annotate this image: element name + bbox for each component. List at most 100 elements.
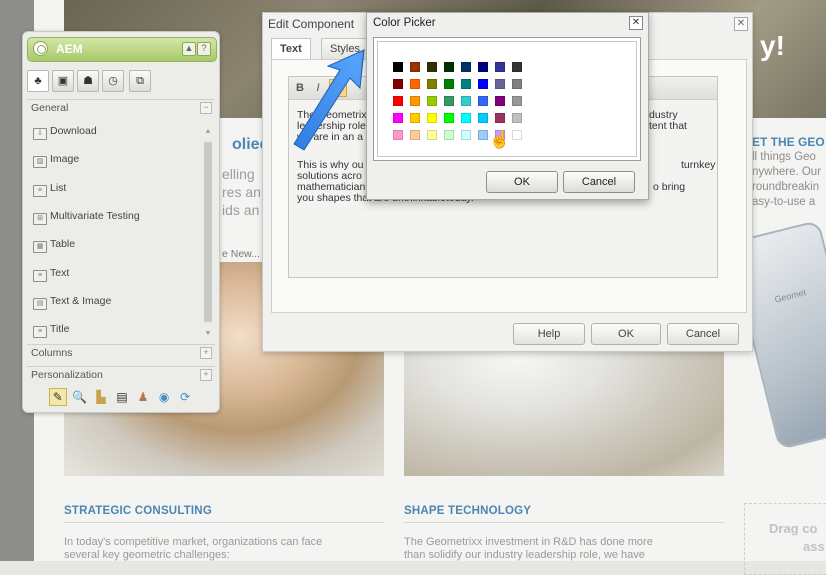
collapse-sidekick-button[interactable]: ▲ <box>182 42 196 56</box>
preview-icon[interactable]: 🔍 <box>72 389 88 405</box>
color-swatch[interactable] <box>427 79 437 89</box>
component-list[interactable]: ≡ List <box>33 182 66 200</box>
color-swatch[interactable] <box>444 96 454 106</box>
component-download[interactable]: ⇩ Download <box>33 125 97 143</box>
color-swatch[interactable] <box>410 79 420 89</box>
color-swatch[interactable] <box>495 113 505 123</box>
component-title[interactable]: ≡ Title <box>33 323 69 341</box>
help-button[interactable]: ? <box>197 42 211 56</box>
color-swatch[interactable] <box>444 130 454 140</box>
cancel-button[interactable]: Cancel <box>667 323 739 345</box>
color-swatch[interactable] <box>393 113 403 123</box>
expand-icon[interactable]: + <box>200 369 212 381</box>
section-divider <box>404 522 724 523</box>
client-context-icon[interactable]: ♟ <box>135 389 151 405</box>
right-heading: ET THE GEO <box>752 135 825 149</box>
component-table[interactable]: ▦ Table <box>33 238 75 256</box>
aem-logo-icon <box>33 41 48 56</box>
group-personalization-label: Personalization <box>31 369 103 381</box>
color-swatch[interactable] <box>444 113 454 123</box>
color-swatch[interactable] <box>461 113 471 123</box>
versioning-tab-icon[interactable]: ◷ <box>102 70 124 92</box>
ok-button[interactable]: OK <box>486 171 558 193</box>
component-image[interactable]: ▨ Image <box>33 153 79 171</box>
edit-mode-icon[interactable]: ✎ <box>48 388 67 406</box>
scroll-up-icon[interactable]: ▲ <box>204 128 212 136</box>
color-swatch[interactable] <box>461 130 471 140</box>
design-mode-icon[interactable]: ▙ <box>93 389 109 405</box>
color-swatch[interactable] <box>461 79 471 89</box>
rte-text-line: turnkey <box>681 159 716 171</box>
multivariate-icon: ⊞ <box>33 213 47 225</box>
color-swatch[interactable] <box>393 96 403 106</box>
drop-zone-text-1: Drag co <box>769 521 818 536</box>
table-icon: ▦ <box>33 241 47 253</box>
color-swatch[interactable] <box>512 113 522 123</box>
component-text[interactable]: ≡ Text <box>33 267 69 285</box>
color-swatch[interactable] <box>427 130 437 140</box>
component-label: Text & Image <box>50 295 112 307</box>
color-swatch[interactable] <box>444 62 454 72</box>
color-swatch[interactable] <box>512 79 522 89</box>
color-swatch[interactable] <box>512 96 522 106</box>
scrollbar-thumb[interactable] <box>204 142 212 322</box>
color-swatch[interactable] <box>393 62 403 72</box>
color-swatch[interactable] <box>410 62 420 72</box>
group-columns[interactable]: Columns + <box>27 344 215 361</box>
list-icon: ≡ <box>33 185 47 197</box>
drop-zone[interactable]: Drag co ass <box>744 503 826 575</box>
color-swatch[interactable] <box>495 96 505 106</box>
color-swatch[interactable] <box>495 62 505 72</box>
cancel-button[interactable]: Cancel <box>563 171 635 193</box>
component-label: Download <box>50 125 97 137</box>
component-label: Multivariate Testing <box>50 210 140 222</box>
color-swatch[interactable] <box>478 62 488 72</box>
collapse-icon[interactable]: − <box>200 102 212 114</box>
group-general[interactable]: General − <box>27 99 215 116</box>
scroll-down-icon[interactable]: ▼ <box>204 330 212 338</box>
help-button[interactable]: Help <box>513 323 585 345</box>
color-swatch[interactable] <box>478 79 488 89</box>
feature-text-1: elling <box>222 166 255 182</box>
component-multivariate-testing[interactable]: ⊞ Multivariate Testing <box>33 210 140 228</box>
expand-icon[interactable]: + <box>200 347 212 359</box>
group-personalization[interactable]: Personalization + <box>27 366 215 383</box>
color-swatch[interactable] <box>410 130 420 140</box>
website-admin-icon[interactable]: ◉ <box>156 389 172 405</box>
color-swatch[interactable] <box>393 79 403 89</box>
close-icon[interactable]: ✕ <box>629 16 643 30</box>
color-swatch[interactable] <box>478 96 488 106</box>
color-swatch[interactable] <box>427 113 437 123</box>
color-swatch[interactable] <box>478 130 488 140</box>
sidekick-toolbar: ✎ 🔍 ▙ ▤ ♟ ◉ ⟳ <box>27 386 215 408</box>
color-swatch[interactable] <box>461 96 471 106</box>
components-tab-icon[interactable]: ♣ <box>27 70 49 92</box>
sidekick-header[interactable]: AEM ▲? <box>27 37 217 62</box>
workflow-tab-icon[interactable]: ⧉ <box>129 70 151 92</box>
component-text-image[interactable]: ▤ Text & Image <box>33 295 111 313</box>
aem-sidekick: AEM ▲? ♣ ▣ ☗ ◷ ⧉ General − ⇩ Download ▨ Im… <box>22 31 220 413</box>
scaffolding-icon[interactable]: ▤ <box>114 389 130 405</box>
color-swatch[interactable] <box>478 113 488 123</box>
close-icon[interactable]: ✕ <box>734 17 748 31</box>
edit-dialog-title: Edit Component <box>268 17 355 31</box>
color-swatch[interactable] <box>393 130 403 140</box>
component-label: Text <box>50 267 70 279</box>
shape-technology-heading: SHAPE TECHNOLOGY <box>404 505 532 517</box>
title-icon: ≡ <box>33 326 47 338</box>
color-swatch[interactable] <box>427 96 437 106</box>
info-tab-icon[interactable]: ☗ <box>77 70 99 92</box>
component-label: Table <box>50 238 76 250</box>
color-swatch[interactable] <box>495 79 505 89</box>
color-swatch[interactable] <box>427 62 437 72</box>
ok-button[interactable]: OK <box>591 323 661 345</box>
color-swatch[interactable] <box>444 79 454 89</box>
components-scrollbar[interactable]: ▲ ▼ <box>204 128 212 338</box>
color-swatch[interactable] <box>512 62 522 72</box>
color-swatch[interactable] <box>410 96 420 106</box>
page-tab-icon[interactable]: ▣ <box>52 70 74 92</box>
color-swatch[interactable] <box>410 113 420 123</box>
color-swatch[interactable] <box>512 130 522 140</box>
reload-icon[interactable]: ⟳ <box>177 389 193 405</box>
color-swatch[interactable] <box>461 62 471 72</box>
